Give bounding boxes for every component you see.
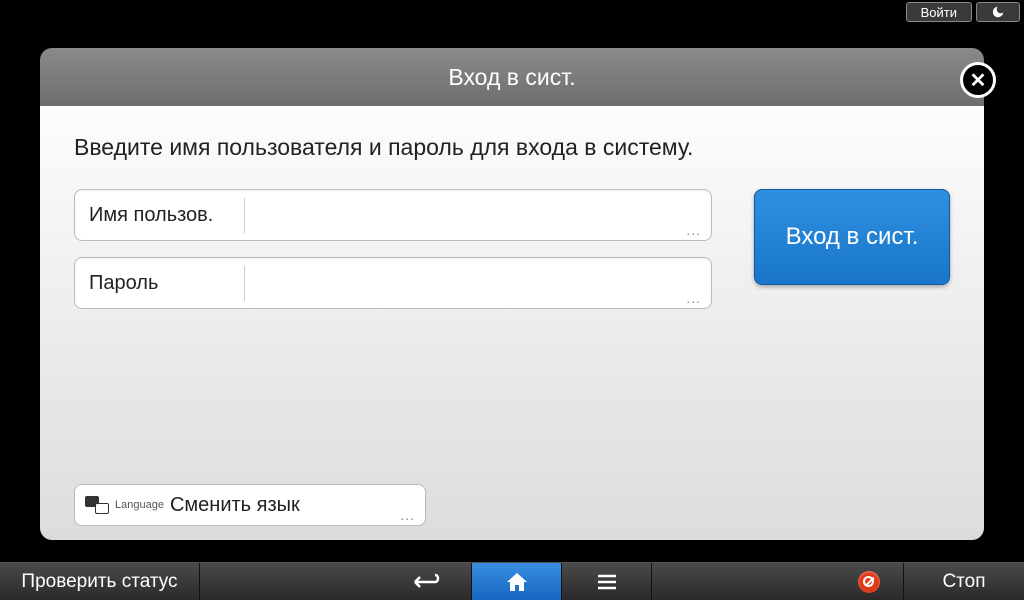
dialog-body: Введите имя пользователя и пароль для вх… (40, 106, 984, 540)
password-input[interactable] (245, 258, 711, 308)
dialog-header: Вход в сист. ✕ (40, 48, 984, 106)
language-label: Сменить язык (170, 494, 300, 517)
stop-text-button[interactable]: Стоп (904, 563, 1024, 600)
home-icon (505, 571, 529, 593)
submit-login-button[interactable]: Вход в сист. (754, 189, 950, 285)
ellipsis-icon: ... (686, 290, 701, 306)
language-small-text: Language (115, 499, 164, 511)
stop-label: Стоп (942, 571, 985, 593)
bottom-nav-bar: Проверить статус Стоп (0, 562, 1024, 600)
login-dialog: Вход в сист. ✕ Введите имя пользователя … (40, 48, 984, 540)
top-system-bar: Войти (0, 0, 1024, 24)
password-field[interactable]: Пароль ... (74, 257, 712, 309)
nav-spacer (652, 563, 834, 600)
language-swap-icon (83, 494, 111, 516)
instruction-text: Введите имя пользователя и пароль для вх… (74, 134, 950, 161)
ellipsis-icon: ... (400, 507, 415, 523)
top-login-label: Войти (921, 5, 957, 20)
night-mode-button[interactable] (976, 2, 1020, 22)
stop-icon-button[interactable] (834, 563, 904, 600)
submit-login-label: Вход в сист. (786, 223, 919, 251)
top-login-button[interactable]: Войти (906, 2, 972, 22)
username-input[interactable] (245, 190, 711, 240)
check-status-button[interactable]: Проверить статус (0, 563, 200, 600)
ellipsis-icon: ... (686, 222, 701, 238)
check-status-label: Проверить статус (21, 571, 177, 593)
stop-icon (858, 571, 880, 593)
hamburger-icon (596, 574, 618, 590)
close-icon: ✕ (970, 68, 987, 93)
menu-button[interactable] (562, 563, 652, 600)
change-language-button[interactable]: Language Сменить язык ... (74, 484, 426, 526)
username-field[interactable]: Имя пользов. ... (74, 189, 712, 241)
fields-column: Имя пользов. ... Пароль ... (74, 189, 712, 325)
nav-spacer (200, 563, 382, 600)
close-button[interactable]: ✕ (960, 62, 996, 98)
password-label: Пароль (75, 266, 245, 301)
username-label: Имя пользов. (75, 198, 245, 233)
dialog-title: Вход в сист. (448, 64, 575, 91)
home-button[interactable] (472, 563, 562, 600)
back-arrow-icon (412, 572, 442, 592)
back-button[interactable] (382, 563, 472, 600)
moon-icon (991, 5, 1005, 19)
form-row: Имя пользов. ... Пароль ... Вход в сист. (74, 189, 950, 325)
